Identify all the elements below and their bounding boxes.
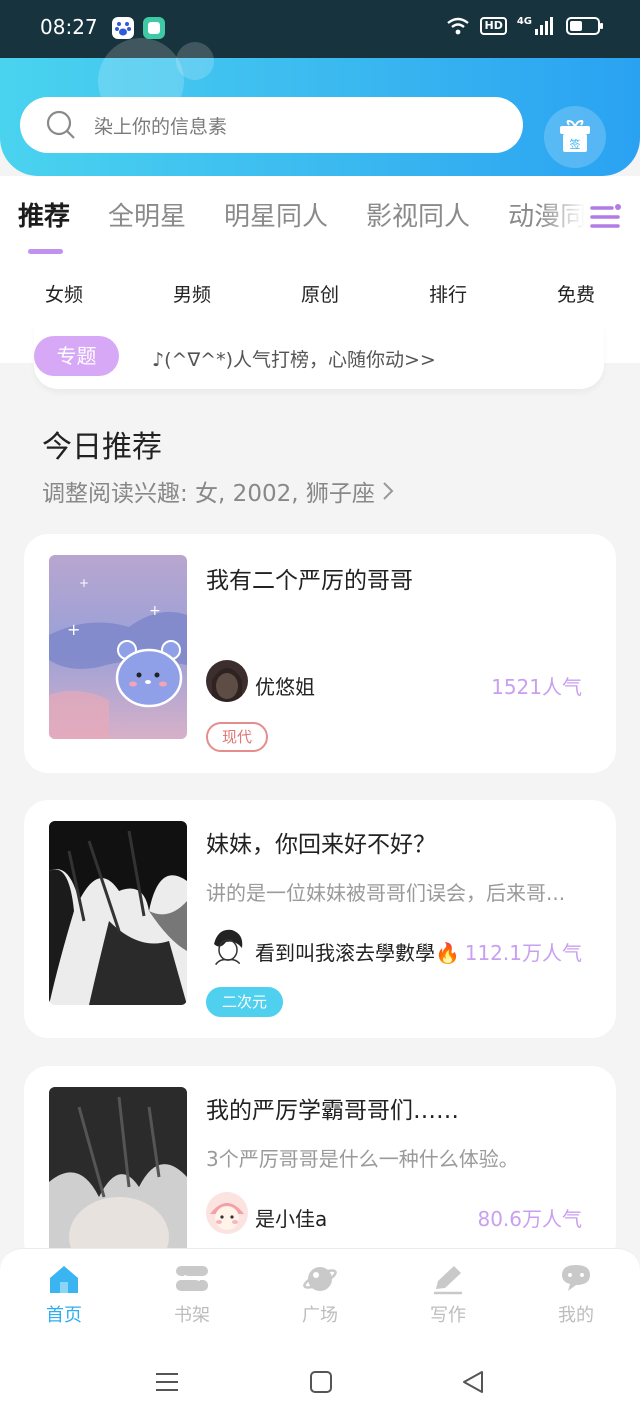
book-description: 讲的是一位妹妹被哥哥们误会，后来哥... — [206, 881, 566, 905]
avatar — [206, 1192, 248, 1234]
gift-label: 签 — [570, 137, 581, 151]
svg-text:+: + — [79, 576, 89, 590]
svg-text:+: + — [149, 603, 161, 619]
back-icon[interactable] — [460, 1369, 486, 1395]
topic-tag: 专题 — [34, 336, 119, 376]
system-nav-bar — [0, 1343, 640, 1422]
search-placeholder: 染上你的信息素 — [94, 115, 228, 138]
category-menu-icon[interactable] — [590, 202, 622, 232]
tab-all-stars[interactable]: 全明星 — [108, 196, 186, 233]
app-notification-icon — [143, 17, 165, 39]
tab-film-fanfic[interactable]: 影视同人 — [366, 196, 470, 233]
avatar — [206, 660, 248, 702]
sub-tab-male[interactable]: 男频 — [128, 280, 256, 307]
battery-icon — [566, 17, 603, 35]
popularity-count: 1521人气 — [491, 675, 582, 699]
sub-tabs: 女频 男频 原创 排行 免费 — [0, 280, 640, 307]
book-card[interactable]: 我的严厉学霸哥哥们…… 3个严厉哥哥是什么一种什么体验。 是小佳a 80.6万人… — [24, 1066, 616, 1266]
signal-icon — [535, 17, 553, 35]
book-cover: + + + — [49, 555, 187, 739]
svg-text:+: + — [67, 620, 80, 639]
pen-icon — [434, 1266, 462, 1295]
chevron-right-icon — [383, 482, 394, 500]
decorative-bubble — [176, 42, 214, 80]
reading-interest-text: 调整阅读兴趣: 女, 2002, 狮子座 — [42, 481, 375, 507]
nav-label: 首页 — [46, 1305, 82, 1326]
book-title: 我有二个严厉的哥哥 — [206, 568, 413, 594]
book-card[interactable]: + + + 我有二个严厉的哥哥 优悠姐 1521人气 现代 — [24, 534, 616, 773]
search-input[interactable]: 染上你的信息素 — [20, 97, 523, 153]
section-title: 今日推荐 — [42, 430, 162, 465]
nav-write[interactable]: 写作 — [384, 1249, 512, 1343]
nav-label: 广场 — [302, 1305, 338, 1326]
app-header: 染上你的信息素 签 — [0, 38, 640, 176]
nav-bookshelf[interactable]: 书架 — [128, 1249, 256, 1343]
popularity-count: 112.1万人气 — [464, 941, 582, 965]
popularity-count: 80.6万人气 — [477, 1207, 582, 1231]
baidu-app-icon — [112, 17, 134, 39]
planet-icon — [303, 1267, 337, 1291]
author-name: 优悠姐 — [255, 675, 315, 699]
bookshelf-icon — [176, 1266, 208, 1291]
avatar — [206, 926, 248, 968]
sign-in-gift-button[interactable]: 签 — [544, 106, 606, 168]
category-tabs: 推荐 全明星 明星同人 影视同人 动漫同 — [18, 196, 624, 233]
book-description: 3个严厉哥哥是什么一种什么体验。 — [206, 1147, 519, 1171]
nav-square[interactable]: 广场 — [256, 1249, 384, 1343]
banner-text: ♪(^∇^*)人气打榜，心随你动>> — [152, 349, 436, 371]
book-card[interactable]: 妹妹，你回来好不好？ 讲的是一位妹妹被哥哥们误会，后来哥... 看到叫我滚去學數… — [24, 800, 616, 1038]
home-button-icon[interactable] — [308, 1369, 334, 1395]
battery-level — [570, 21, 582, 31]
recent-apps-icon[interactable] — [154, 1369, 180, 1395]
tab-celebrity-fanfic[interactable]: 明星同人 — [224, 196, 328, 233]
bottom-nav: 首页 书架 广场 写作 我的 — [0, 1248, 640, 1343]
book-cover — [49, 1087, 187, 1266]
author-name: 是小佳a — [255, 1207, 328, 1231]
nav-mine[interactable]: 我的 — [512, 1249, 640, 1343]
chat-icon — [562, 1265, 590, 1291]
book-title: 我的严厉学霸哥哥们…… — [206, 1098, 459, 1124]
book-cover — [49, 821, 187, 1005]
wifi-icon — [447, 17, 470, 35]
active-tab-indicator — [28, 249, 63, 254]
home-icon — [50, 1266, 78, 1293]
tab-recommend[interactable]: 推荐 — [18, 196, 70, 233]
author-name: 看到叫我滚去學數學🔥 — [255, 941, 460, 965]
genre-tag[interactable]: 二次元 — [206, 987, 284, 1017]
sub-tab-original[interactable]: 原创 — [256, 280, 384, 307]
network-label: 4G — [516, 16, 532, 27]
sub-tab-free[interactable]: 免费 — [512, 280, 640, 307]
gift-icon: 签 — [560, 120, 590, 152]
status-bar: 08:27 HD 4G — [0, 0, 640, 58]
sub-tab-ranking[interactable]: 排行 — [384, 280, 512, 307]
nav-home[interactable]: 首页 — [0, 1249, 128, 1343]
hd-badge: HD — [480, 17, 507, 35]
topic-banner[interactable]: 专题 ♪(^∇^*)人气打榜，心随你动>> — [34, 322, 604, 389]
nav-label: 写作 — [430, 1305, 466, 1326]
book-title: 妹妹，你回来好不好？ — [206, 832, 436, 858]
search-icon — [46, 110, 75, 139]
status-indicators: HD 4G — [446, 16, 603, 36]
status-time: 08:27 — [40, 15, 98, 39]
reading-interest-link[interactable]: 调整阅读兴趣: 女, 2002, 狮子座 — [42, 474, 395, 508]
genre-tag[interactable]: 现代 — [206, 722, 269, 752]
sub-tab-female[interactable]: 女频 — [0, 280, 128, 307]
nav-label: 我的 — [558, 1305, 594, 1326]
nav-label: 书架 — [174, 1305, 210, 1326]
